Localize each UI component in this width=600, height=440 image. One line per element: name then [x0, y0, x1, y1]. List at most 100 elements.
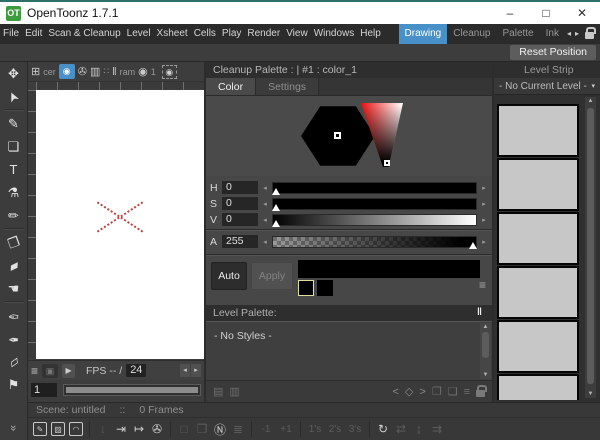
style-swatch-selected[interactable]: [298, 280, 314, 296]
eraser-tool-button[interactable]: ❒: [0, 231, 28, 254]
rooms-lock-icon[interactable]: [585, 32, 594, 39]
auto-input-cell-number-icon[interactable]: Ⓝ: [213, 421, 227, 438]
frame-slider-groove[interactable]: [66, 387, 198, 393]
set-key-icon[interactable]: ◇: [405, 385, 413, 398]
alpha-slider-track[interactable]: [272, 236, 477, 248]
step-minus-one-button[interactable]: -1: [258, 424, 274, 435]
room-tab-palette[interactable]: Palette: [496, 24, 539, 44]
close-button[interactable]: ✕: [564, 2, 600, 24]
alpha-slider-thumb[interactable]: [469, 242, 477, 249]
picker-tool-button[interactable]: ✒: [0, 327, 28, 350]
save-palette-as-icon[interactable]: ▥: [229, 385, 239, 398]
value-decrease-icon[interactable]: ◂: [261, 216, 269, 224]
step-3s-button[interactable]: 3's: [347, 424, 363, 435]
next-key-icon[interactable]: >: [419, 386, 425, 398]
save-all-icon[interactable]: ↓: [96, 422, 110, 436]
room-scroll-right-icon[interactable]: ▸: [573, 24, 581, 44]
level-strip-frame[interactable]: [497, 320, 579, 373]
viewer-menu-icon[interactable]: ≡: [31, 364, 38, 378]
room-tab-cleanup[interactable]: Cleanup: [447, 24, 496, 44]
camera-capture-icon[interactable]: ✇: [150, 422, 164, 436]
palette-gizmo-icon[interactable]: ≡: [464, 386, 470, 398]
level-strip-frame[interactable]: [497, 374, 579, 400]
new-style-icon[interactable]: ❏: [448, 385, 458, 398]
tab-settings[interactable]: Settings: [256, 78, 319, 95]
step-1s-button[interactable]: 1's: [307, 424, 323, 435]
toolbar-expander-button[interactable]: »: [10, 422, 16, 434]
tab-color[interactable]: Color: [206, 78, 256, 95]
palette-lock-icon[interactable]: [476, 390, 485, 397]
scrollbar-thumb[interactable]: [587, 108, 594, 384]
level-strip-frame[interactable]: [497, 212, 579, 265]
menu-item-windows[interactable]: Windows: [311, 24, 358, 44]
value-slider-track[interactable]: [272, 214, 477, 226]
rgb-picker-tool-button[interactable]: ✑: [0, 304, 28, 327]
current-level-dropdown[interactable]: - No Current Level - ▾: [494, 78, 600, 95]
hue-slider-thumb[interactable]: [272, 188, 280, 195]
menu-item-edit[interactable]: Edit: [22, 24, 45, 44]
scroll-down-icon[interactable]: ▼: [585, 391, 596, 397]
fps-increase-button[interactable]: ▸: [191, 364, 201, 377]
new-raster-level-button[interactable]: ◠: [69, 422, 83, 436]
value-value-field[interactable]: 0: [222, 213, 258, 226]
minimize-button[interactable]: –: [492, 2, 528, 24]
control-point-editor-tool-button[interactable]: ⚑: [0, 373, 28, 396]
reset-position-button[interactable]: Reset Position: [510, 45, 596, 60]
scroll-up-icon[interactable]: ▲: [480, 324, 491, 330]
saturation-increase-icon[interactable]: ▸: [480, 200, 488, 208]
titlebar[interactable]: OT OpenToonz 1.7.1 – □ ✕: [0, 2, 600, 24]
scrollbar-thumb[interactable]: [482, 332, 489, 358]
frame-slider[interactable]: [63, 384, 201, 396]
fps-decrease-button[interactable]: ◂: [180, 364, 190, 377]
level-strip-frame[interactable]: [497, 266, 579, 319]
table-view-icon[interactable]: ⊞: [31, 65, 40, 78]
save-preview-icon[interactable]: ▣: [42, 364, 58, 378]
brush-tool-button[interactable]: ✎: [0, 112, 28, 135]
hue-value-field[interactable]: 0: [222, 181, 258, 194]
random-icon[interactable]: ⇉: [430, 422, 444, 436]
alpha-value-field[interactable]: 255: [222, 235, 258, 248]
drawing-canvas[interactable]: [36, 90, 204, 359]
alpha-decrease-icon[interactable]: ◂: [261, 238, 269, 246]
styles-scrollbar[interactable]: ▲ ▼: [480, 323, 491, 379]
level-strip-title[interactable]: Level Strip: [494, 62, 600, 78]
room-scroll-left-icon[interactable]: ◂: [565, 24, 573, 44]
ruler-tool-button[interactable]: ▱: [0, 350, 28, 373]
freeze-palette-icon[interactable]: ‖: [477, 305, 482, 321]
saturation-slider-track[interactable]: [272, 198, 477, 210]
menu-item-file[interactable]: File: [0, 24, 22, 44]
fps-field[interactable]: 24: [126, 364, 146, 377]
menu-item-scan-cleanup[interactable]: Scan & Cleanup: [45, 24, 123, 44]
duplicate-icon[interactable]: ❐: [195, 422, 209, 436]
fill-tool-button[interactable]: ⚗: [0, 181, 28, 204]
loop-icon[interactable]: ↻: [376, 422, 390, 436]
load-level-icon[interactable]: ⇥: [114, 422, 128, 436]
reframe-icon[interactable]: ≣: [231, 422, 245, 436]
hexagon-cursor-icon[interactable]: [334, 132, 341, 139]
play-button[interactable]: ▶: [62, 364, 75, 378]
menu-item-play[interactable]: Play: [219, 24, 244, 44]
style-swatch[interactable]: [317, 280, 333, 296]
alpha-increase-icon[interactable]: ▸: [480, 238, 488, 246]
hue-decrease-icon[interactable]: ◂: [261, 184, 269, 192]
level-palette-header[interactable]: Level Palette: ‖: [206, 305, 492, 321]
swing-icon[interactable]: ↨: [412, 422, 426, 436]
camstand-view-button[interactable]: ◉: [59, 64, 75, 79]
previous-key-icon[interactable]: <: [392, 386, 398, 398]
maximize-button[interactable]: □: [528, 2, 564, 24]
level-strip-frame[interactable]: [497, 104, 579, 157]
selection-tool-button[interactable]: ➤: [0, 85, 28, 108]
menu-item-view[interactable]: View: [283, 24, 311, 44]
save-palette-icon[interactable]: ▤: [213, 385, 223, 398]
menu-item-cells[interactable]: Cells: [191, 24, 219, 44]
paint-brush-tool-button[interactable]: ✏: [0, 204, 28, 227]
swap-icon[interactable]: ⇄: [394, 422, 408, 436]
level-strip-frame[interactable]: [497, 158, 579, 211]
type-tool-button[interactable]: T: [0, 158, 28, 181]
step-2s-button[interactable]: 2's: [327, 424, 343, 435]
menu-item-level[interactable]: Level: [124, 24, 154, 44]
export-level-icon[interactable]: ↦: [132, 422, 146, 436]
new-vector-level-button[interactable]: ✎: [33, 422, 47, 436]
saturation-value-field[interactable]: 0: [222, 197, 258, 210]
new-page-icon[interactable]: ❐: [432, 385, 442, 398]
